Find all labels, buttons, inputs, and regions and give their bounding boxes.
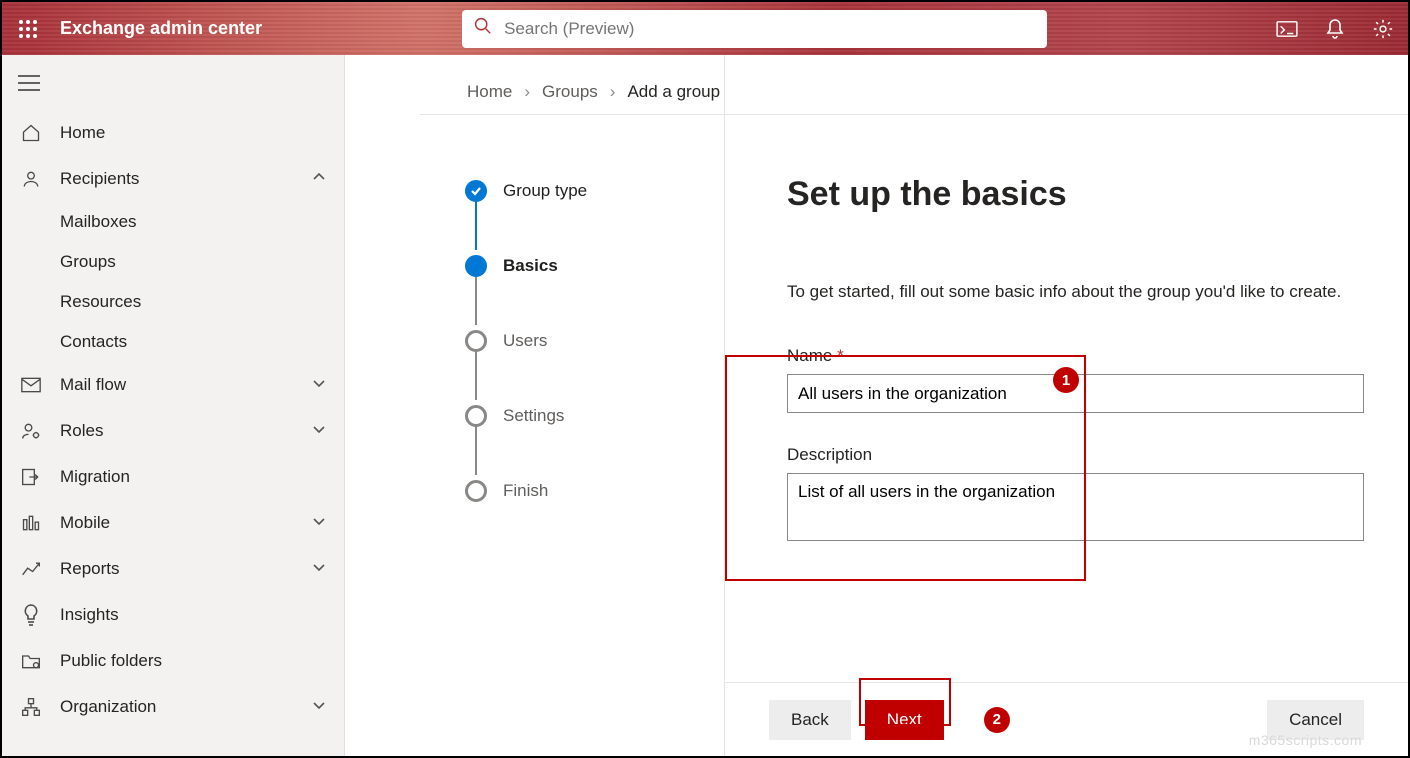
person-icon [20,168,42,190]
page-title: Set up the basics [787,175,1364,214]
home-icon [20,122,42,144]
nav-label: Mail flow [60,375,126,395]
nav-recipients-groups[interactable]: Groups [2,242,344,282]
left-nav: Home Recipients Mailboxes Groups Resourc… [2,55,345,756]
search-icon [474,17,492,40]
search-box[interactable] [462,10,1047,48]
description-label: Description [787,445,1364,465]
app-launcher-icon[interactable] [14,15,42,43]
step-users[interactable]: Users [465,325,724,357]
step-group-type[interactable]: Group type [465,175,724,207]
nav-recipients-contacts[interactable]: Contacts [2,322,344,362]
watermark: m365scripts.com [1249,732,1362,748]
annotation-badge-2: 2 [984,707,1010,733]
step-pending-icon [465,480,487,502]
next-button[interactable]: Next [865,700,944,740]
nav-recipients-resources[interactable]: Resources [2,282,344,322]
step-pending-icon [465,405,487,427]
nav-migration[interactable]: Migration [2,454,344,500]
chevron-down-icon [312,375,326,395]
command-bar-icon[interactable] [1274,16,1300,42]
nav-label: Public folders [60,651,162,671]
roles-icon [20,420,42,442]
wizard-form: Set up the basics To get started, fill o… [725,55,1408,756]
nav-collapse-toggle[interactable] [2,65,344,110]
nav-label: Recipients [60,169,139,189]
reports-icon [20,558,42,580]
nav-label: Migration [60,467,130,487]
chevron-up-icon [312,169,326,189]
nav-organization[interactable]: Organization [2,684,344,730]
nav-label: Home [60,123,105,143]
nav-insights[interactable]: Insights [2,592,344,638]
nav-label: Reports [60,559,120,579]
migration-icon [20,466,42,488]
nav-roles[interactable]: Roles [2,408,344,454]
brand-title: Exchange admin center [60,18,262,39]
mail-icon [20,374,42,396]
wizard-footer: Back Next 2 Cancel m365scripts.com [725,682,1408,756]
nav-home[interactable]: Home [2,110,344,156]
step-settings[interactable]: Settings [465,400,724,432]
nav-label: Organization [60,697,156,717]
name-label: Name * [787,346,1364,366]
search-container [462,10,1047,48]
settings-gear-icon[interactable] [1370,16,1396,42]
chevron-down-icon [312,421,326,441]
content-area: Home › Groups › Add a group Group type [345,55,1408,756]
mobile-icon [20,512,42,534]
nav-reports[interactable]: Reports [2,546,344,592]
nav-mailflow[interactable]: Mail flow [2,362,344,408]
wizard-stepper: Group type Basics Users Settings Finish [345,55,725,756]
step-pending-icon [465,330,487,352]
notifications-icon[interactable] [1322,16,1348,42]
page-subtitle: To get started, fill out some basic info… [787,282,1364,302]
annotation-badge-1: 1 [1053,367,1079,393]
search-input[interactable] [502,18,1035,40]
chevron-down-icon [312,559,326,579]
nav-public-folders[interactable]: Public folders [2,638,344,684]
chevron-down-icon [312,513,326,533]
suite-header: Exchange admin center [2,2,1408,55]
header-actions [1274,16,1396,42]
nav-label: Roles [60,421,103,441]
nav-label: Mobile [60,513,110,533]
description-field-group: Description [787,445,1364,546]
step-finish[interactable]: Finish [465,475,724,507]
nav-mobile[interactable]: Mobile [2,500,344,546]
step-complete-icon [465,180,487,202]
folder-icon [20,650,42,672]
step-basics[interactable]: Basics [465,250,724,282]
nav-label: Insights [60,605,119,625]
step-active-icon [465,255,487,277]
app-shell: Home Recipients Mailboxes Groups Resourc… [2,55,1408,756]
organization-icon [20,696,42,718]
nav-recipients[interactable]: Recipients [2,156,344,202]
lightbulb-icon [20,604,42,626]
group-description-input[interactable] [787,473,1364,541]
chevron-down-icon [312,697,326,717]
required-asterisk: * [837,346,844,365]
back-button[interactable]: Back [769,700,851,740]
nav-recipients-mailboxes[interactable]: Mailboxes [2,202,344,242]
